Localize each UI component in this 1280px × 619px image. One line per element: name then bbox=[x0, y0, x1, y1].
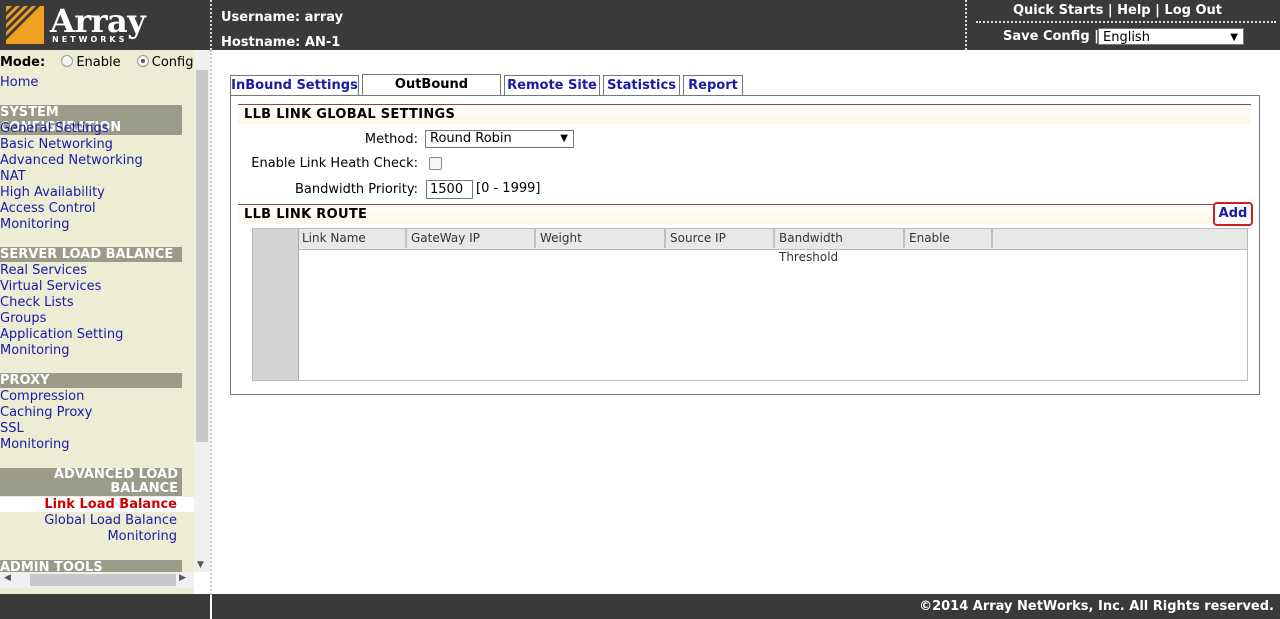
bandwidth-priority-input[interactable]: 1500 bbox=[426, 180, 473, 199]
tab-outbound-settings[interactable]: OutBound Settings bbox=[362, 74, 501, 112]
mode-config-radio[interactable] bbox=[136, 55, 149, 67]
quick-starts-link[interactable]: Quick Starts bbox=[1013, 3, 1103, 18]
copyright-text: ©2014 Array NetWorks, Inc. All Rights re… bbox=[919, 599, 1274, 614]
sidebar-divider bbox=[210, 50, 212, 595]
health-check-checkbox[interactable] bbox=[429, 157, 442, 170]
column-header-weight[interactable]: Weight bbox=[537, 229, 666, 248]
sidebar: Mode: Enable Config Home SYSTEM CONFIGUR… bbox=[0, 50, 194, 594]
row-number-column bbox=[253, 229, 299, 380]
top-links: Quick Starts | Help | Log Out bbox=[1013, 3, 1222, 18]
bandwidth-priority-label: Bandwidth Priority: bbox=[294, 182, 418, 197]
scrollbar-thumb[interactable] bbox=[196, 70, 208, 442]
column-header-bandwidth-threshold[interactable]: Bandwidth Threshold bbox=[776, 229, 905, 264]
hostname-label: Hostname: AN-1 bbox=[221, 35, 341, 50]
sidebar-item-monitoring[interactable]: Monitoring bbox=[0, 437, 70, 452]
sidebar-item-monitoring[interactable]: Monitoring bbox=[0, 343, 70, 358]
header-divider bbox=[210, 0, 212, 50]
mode-enable-radio[interactable] bbox=[61, 55, 74, 67]
footer: ©2014 Array NetWorks, Inc. All Rights re… bbox=[212, 594, 1280, 619]
sidebar-item-groups[interactable]: Groups bbox=[0, 311, 46, 326]
footer-left bbox=[0, 594, 210, 619]
health-check-label: Enable Link Heath Check: bbox=[251, 156, 418, 171]
language-value: English bbox=[1103, 30, 1150, 45]
section-title-line: BALANCE bbox=[110, 481, 178, 496]
logout-link[interactable]: Log Out bbox=[1164, 3, 1222, 18]
mode-label: Mode: bbox=[0, 55, 46, 70]
global-settings-header: LLB LINK GLOBAL SETTINGS bbox=[238, 104, 1251, 124]
separator: | bbox=[1107, 3, 1113, 18]
scroll-down-icon[interactable]: ▼ bbox=[197, 560, 204, 570]
tab-statistics[interactable]: Statistics bbox=[603, 75, 680, 95]
scroll-right-icon[interactable]: ▶ bbox=[179, 573, 186, 583]
dropdown-arrow-icon: ▼ bbox=[1230, 32, 1238, 43]
save-config: Save Config | bbox=[1003, 29, 1099, 44]
method-value: Round Robin bbox=[430, 131, 512, 146]
sidebar-item-link-load-balance[interactable]: Link Load Balance bbox=[0, 497, 194, 512]
username-label: Username: array bbox=[221, 10, 344, 25]
sidebar-item-general-settings[interactable]: General Settings bbox=[0, 121, 109, 136]
sidebar-item-monitoring[interactable]: Monitoring bbox=[0, 217, 70, 232]
sidebar-item-compression[interactable]: Compression bbox=[0, 389, 84, 404]
help-link[interactable]: Help bbox=[1117, 3, 1150, 18]
sidebar-item-ssl[interactable]: SSL bbox=[0, 421, 24, 436]
tab-remote-site[interactable]: Remote Site bbox=[504, 75, 600, 95]
header-dotted-line bbox=[976, 21, 1276, 23]
save-config-link[interactable]: Save Config bbox=[1003, 29, 1090, 44]
sidebar-item-caching-proxy[interactable]: Caching Proxy bbox=[0, 405, 92, 420]
outbound-settings-panel: LLB LINK GLOBAL SETTINGS Method: Round R… bbox=[230, 95, 1260, 395]
sidebar-item-nat[interactable]: NAT bbox=[0, 169, 26, 184]
mode-selector: Mode: Enable Config bbox=[0, 55, 193, 70]
sidebar-item-home[interactable]: Home bbox=[0, 75, 38, 90]
link-route-header: LLB LINK ROUTE bbox=[238, 204, 1251, 224]
sidebar-item-access-control[interactable]: Access Control bbox=[0, 201, 96, 216]
column-header-link-name[interactable]: Link Name bbox=[299, 229, 407, 248]
header-divider bbox=[965, 0, 967, 50]
scroll-left-icon[interactable]: ◀ bbox=[4, 573, 11, 583]
section-title-line: ADVANCED LOAD bbox=[53, 467, 178, 482]
tab-inbound-settings[interactable]: InBound Settings bbox=[230, 75, 359, 95]
method-select[interactable]: Round Robin ▼ bbox=[425, 130, 574, 148]
bandwidth-range-hint: [0 - 1999] bbox=[476, 181, 541, 196]
sidebar-horizontal-scrollbar[interactable]: ◀ ▶ bbox=[0, 572, 194, 588]
sidebar-item-application-setting[interactable]: Application Setting bbox=[0, 327, 123, 342]
separator: | bbox=[1155, 3, 1160, 18]
method-label: Method: bbox=[364, 132, 418, 147]
link-route-table: Link Name GateWay IP Weight Source IP Ba… bbox=[252, 228, 1248, 381]
column-header-source-ip[interactable]: Source IP bbox=[667, 229, 775, 248]
tab-report[interactable]: Report bbox=[683, 75, 743, 95]
array-networks-logo: Array NETWORKS bbox=[6, 2, 206, 46]
top-bar: Array NETWORKS Username: array Hostname:… bbox=[0, 0, 1280, 50]
dropdown-arrow-icon: ▼ bbox=[560, 133, 568, 144]
sidebar-item-virtual-services[interactable]: Virtual Services bbox=[0, 279, 101, 294]
sidebar-item-real-services[interactable]: Real Services bbox=[0, 263, 87, 278]
language-select[interactable]: English ▼ bbox=[1098, 28, 1244, 45]
sidebar-item-advanced-networking[interactable]: Advanced Networking bbox=[0, 153, 143, 168]
section-server-load-balance: SERVER LOAD BALANCE bbox=[0, 247, 182, 262]
logo-mark-icon bbox=[6, 6, 44, 44]
section-advanced-load-balance: ADVANCED LOAD BALANCE bbox=[0, 468, 182, 496]
sidebar-vertical-scrollbar[interactable]: ▼ bbox=[194, 50, 210, 572]
section-proxy: PROXY bbox=[0, 373, 182, 388]
user-info: Username: array Hostname: AN-1 bbox=[221, 5, 343, 55]
sidebar-item-global-load-balance[interactable]: Global Load Balance bbox=[44, 513, 177, 528]
sidebar-item-monitoring[interactable]: Monitoring bbox=[107, 529, 177, 544]
logo-subtext: NETWORKS bbox=[52, 35, 128, 44]
mode-enable-label: Enable bbox=[76, 55, 121, 70]
sidebar-item-check-lists[interactable]: Check Lists bbox=[0, 295, 74, 310]
column-header-gateway-ip[interactable]: GateWay IP bbox=[408, 229, 536, 248]
add-link-route-button[interactable]: Add bbox=[1213, 202, 1253, 226]
sidebar-item-high-availability[interactable]: High Availability bbox=[0, 185, 105, 200]
sidebar-item-basic-networking[interactable]: Basic Networking bbox=[0, 137, 113, 152]
mode-config-label: Config bbox=[151, 55, 194, 70]
column-header-enable[interactable]: Enable bbox=[906, 229, 993, 248]
scrollbar-thumb[interactable] bbox=[30, 574, 176, 586]
